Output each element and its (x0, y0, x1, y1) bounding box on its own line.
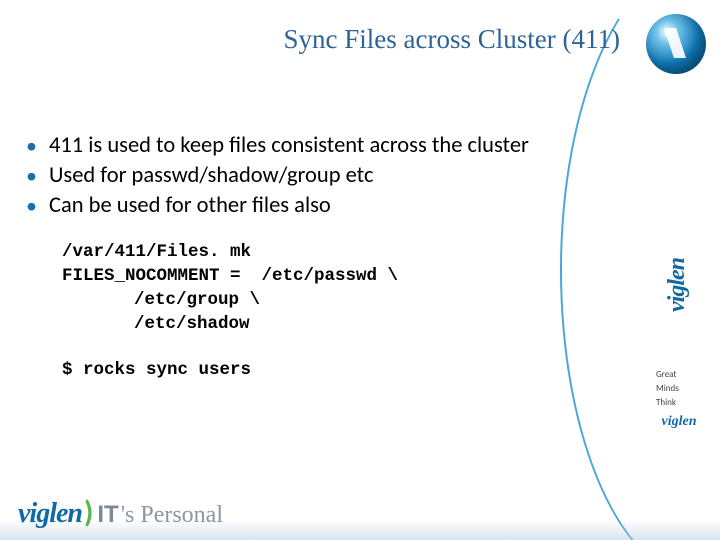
command-line: $ rocks sync users (62, 360, 620, 380)
bullet-text: Can be used for other files also (49, 192, 331, 220)
code-line: /var/411/Files. mk (62, 242, 251, 262)
brand-sphere-icon (646, 14, 706, 74)
footer-brand-tagline: 's Personal (121, 502, 223, 529)
footer-brand-it: IT (97, 501, 118, 529)
side-tag-line: Think (656, 396, 704, 410)
side-tag-line: Minds (656, 382, 704, 396)
bullet-text: 411 is used to keep files consistent acr… (49, 132, 529, 160)
code-block: /var/411/Files. mk FILES_NOCOMMENT = /et… (62, 240, 620, 336)
side-brand-panel: viglen Great Minds Think viglen (650, 210, 704, 430)
footer-brand-name: viglen (18, 498, 82, 530)
side-brand-word: viglen (664, 210, 691, 360)
slide: Sync Files across Cluster (411) • 411 is… (0, 0, 720, 540)
bullet-item: • Can be used for other files also (26, 192, 620, 220)
footer: viglen ) IT 's Personal (0, 490, 720, 540)
code-line: /etc/shadow (62, 312, 620, 336)
side-tag-line: Great (656, 368, 704, 382)
bullet-icon: • (26, 132, 37, 160)
bullet-item: • Used for passwd/shadow/group etc (26, 162, 620, 190)
bullet-icon: • (26, 162, 37, 190)
bullet-text: Used for passwd/shadow/group etc (49, 162, 374, 190)
side-brand-small-logo: viglen (654, 414, 704, 430)
code-line: /etc/group \ (62, 288, 620, 312)
slide-title: Sync Files across Cluster (411) (0, 24, 630, 55)
footer-brand: viglen ) IT 's Personal (18, 494, 223, 531)
bullet-icon: • (26, 192, 37, 220)
slide-content: • 411 is used to keep files consistent a… (26, 132, 620, 380)
code-line: FILES_NOCOMMENT = /etc/passwd \ (62, 266, 398, 286)
bullet-item: • 411 is used to keep files consistent a… (26, 132, 620, 160)
paren-icon: ) (84, 494, 93, 531)
